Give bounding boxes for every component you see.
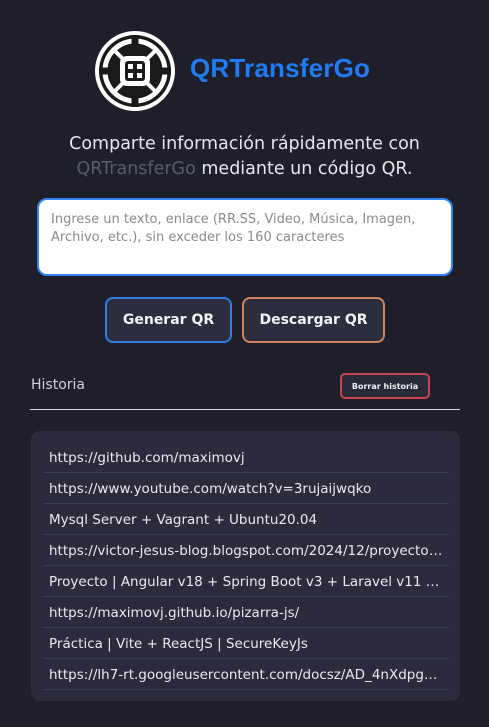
history-item-text: Proyecto | Angular v18 + Spring Boot v3 … [49,573,443,590]
tagline-line1: Comparte información rápidamente con [69,134,420,154]
history-item[interactable]: Mysql Server + Vagrant + Ubuntu20.04 [43,505,449,535]
history-item[interactable]: https://www.youtube.com/watch?v=3rujaijw… [43,474,449,504]
history-item-text: Práctica | Vite + ReactJS | SecureKeyJs [49,635,308,652]
history-item-text: https://victor-jesus-blog.blogspot.com/2… [49,542,443,559]
brand-name: QRTransferGo [190,53,371,83]
clear-history-button[interactable]: Borrar historia [340,373,430,399]
qr-transfer-logo-icon [94,30,176,112]
history-title: Historia [31,377,85,393]
generate-qr-button[interactable]: Generar QR [105,297,232,343]
content-input[interactable] [37,198,453,276]
tagline-brand-ref: QRTransferGo [76,159,196,179]
history-item[interactable]: https://maximovj.github.io/pizarra-js/ [43,598,449,628]
history-item[interactable]: Proyecto | Angular v18 + Spring Boot v3 … [43,567,449,597]
history-item-text: https://lh7-rt.googleusercontent.com/doc… [49,666,443,683]
divider [30,409,460,410]
history-item[interactable]: Práctica | Vite + ReactJS | SecureKeyJs [43,629,449,659]
tagline-line2: mediante un código QR. [195,159,413,179]
tagline: Comparte información rápidamente con QRT… [40,132,449,182]
history-item-text: https://github.com/maximovj [49,449,245,466]
history-item-text: https://www.youtube.com/watch?v=3rujaijw… [49,480,372,497]
history-item-text: https://maximovj.github.io/pizarra-js/ [49,604,300,621]
download-qr-button[interactable]: Descargar QR [242,297,385,343]
history-item[interactable]: https://github.com/maximovj [43,443,449,473]
history-list: https://github.com/maximovj https://www.… [31,431,460,690]
history-item-text: Mysql Server + Vagrant + Ubuntu20.04 [49,511,318,528]
history-item[interactable]: https://lh7-rt.googleusercontent.com/doc… [43,660,449,690]
history-item[interactable]: https://victor-jesus-blog.blogspot.com/2… [43,536,449,566]
history-panel: https://github.com/maximovj https://www.… [31,431,460,701]
